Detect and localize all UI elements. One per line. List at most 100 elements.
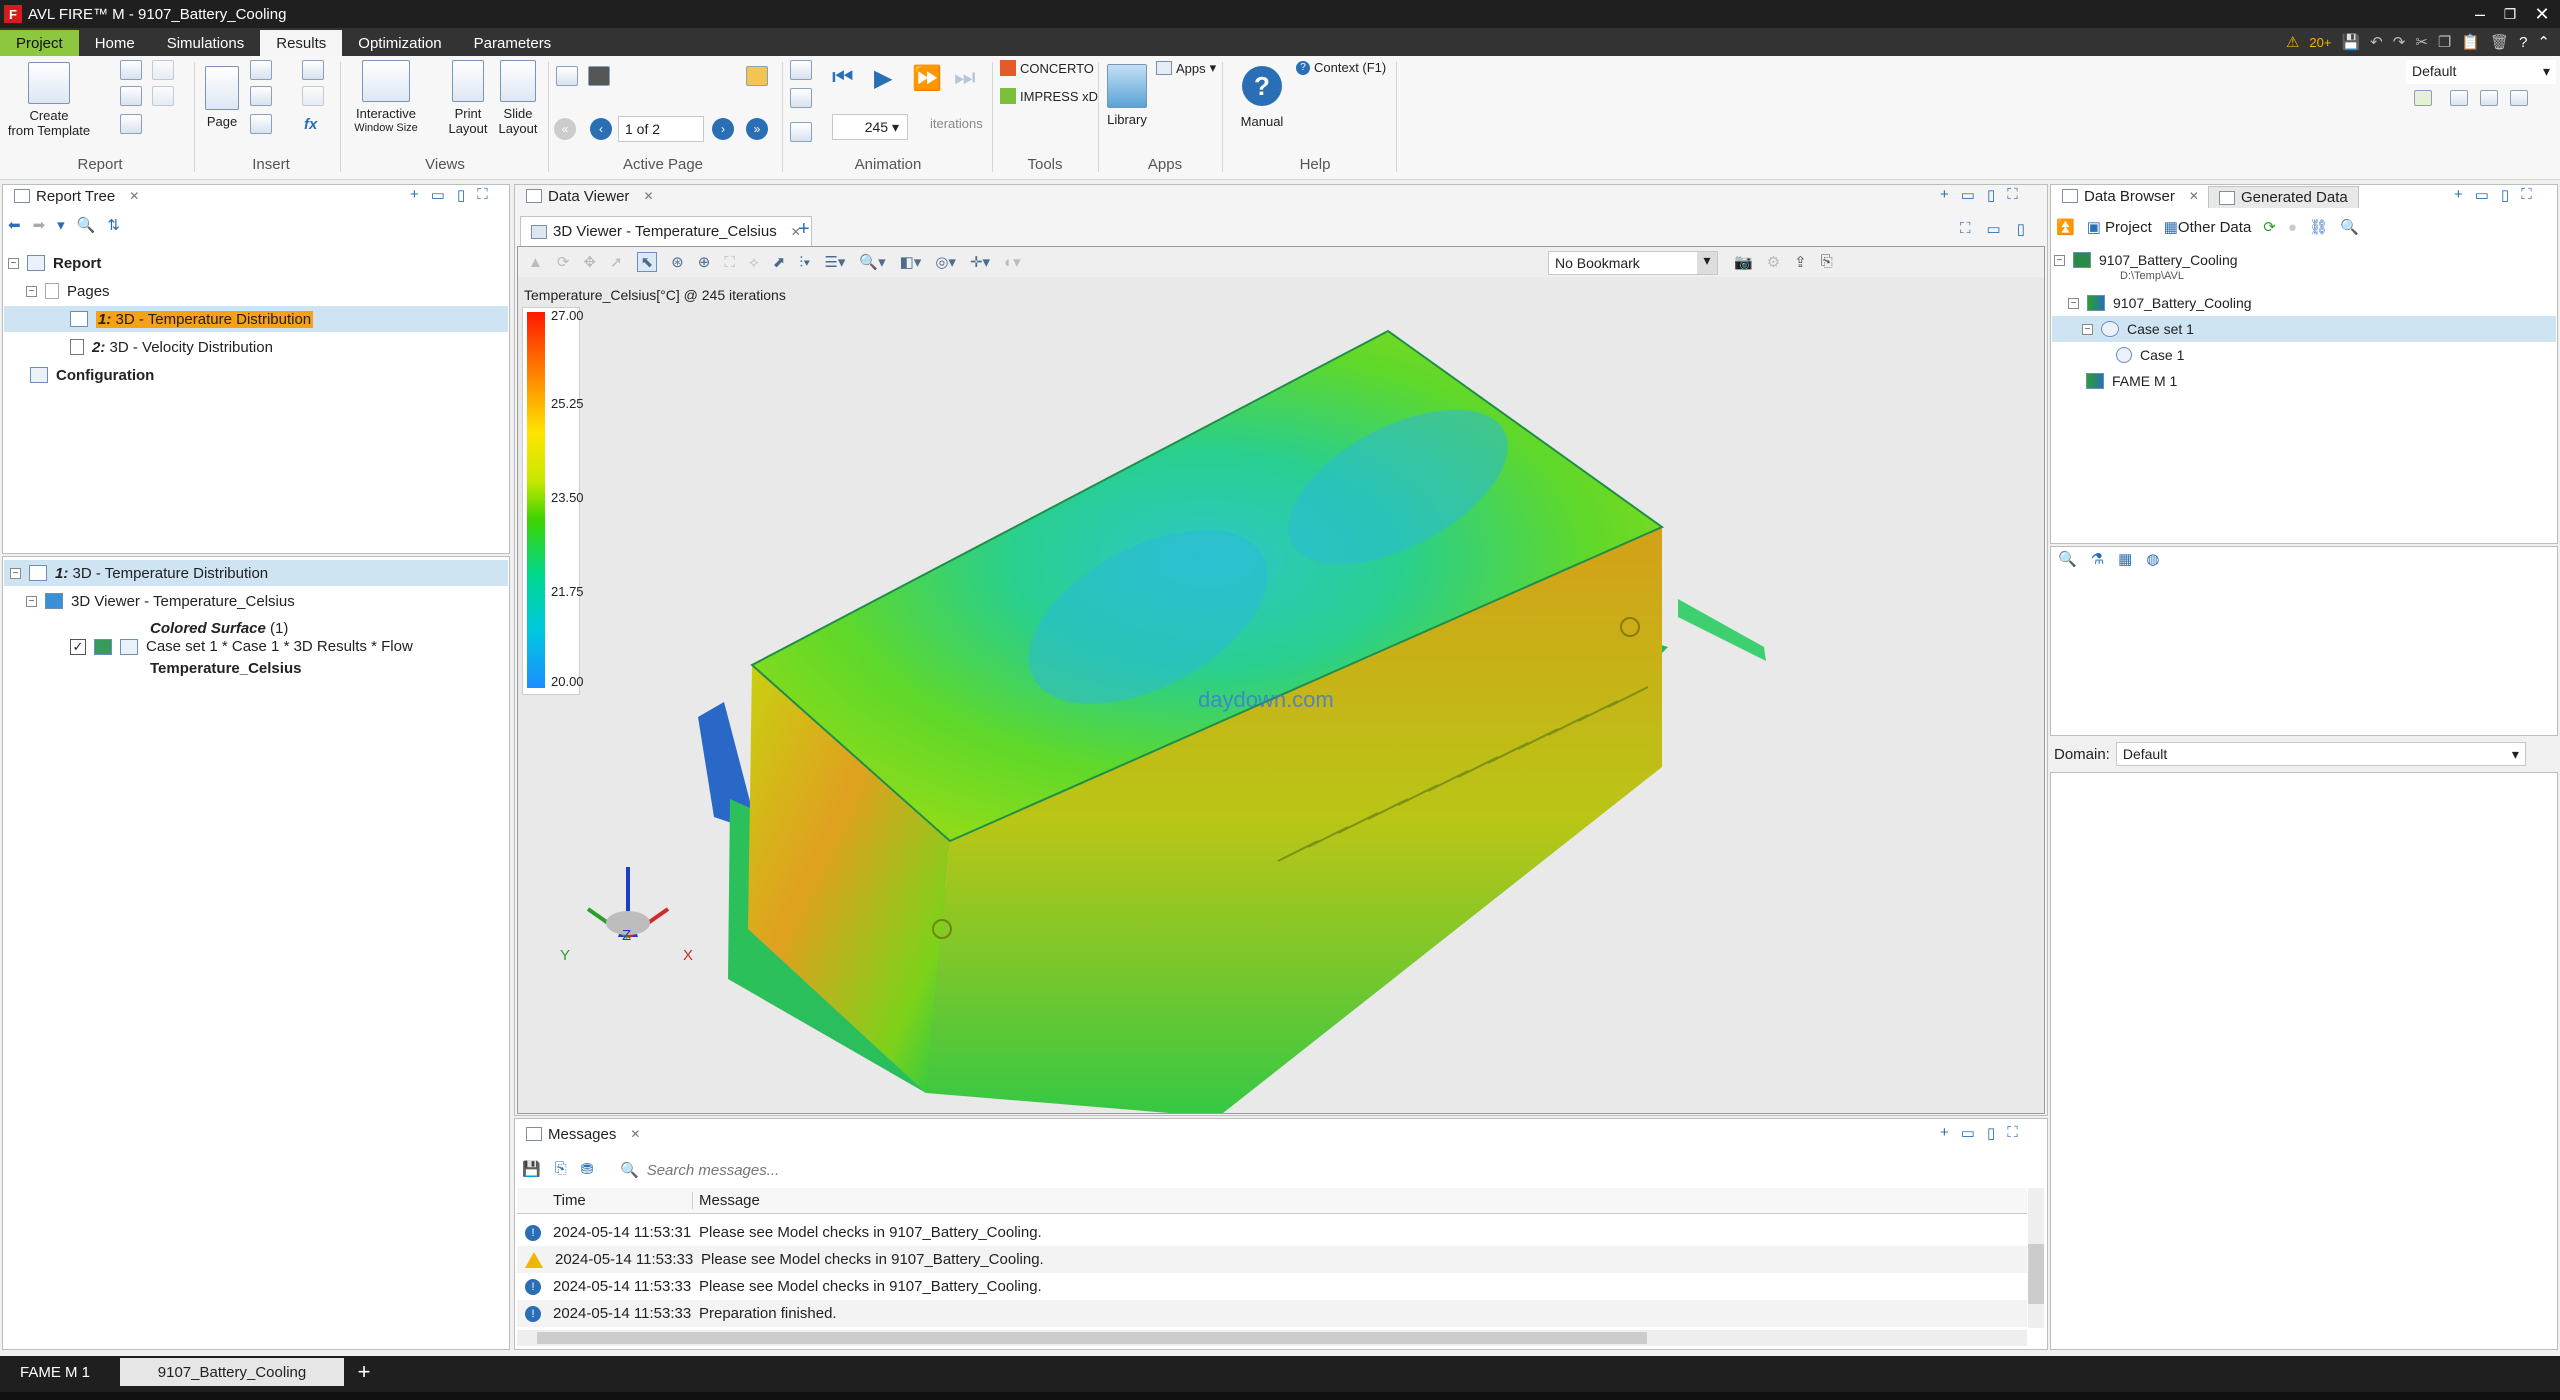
filter-messages-icon[interactable]: ⛃ bbox=[581, 1160, 594, 1178]
copy-messages-icon[interactable]: ⎘ bbox=[555, 1160, 567, 1178]
props-viewer-row[interactable]: − 3D Viewer - Temperature_Celsius bbox=[26, 588, 295, 614]
paste-report-icon[interactable] bbox=[152, 86, 174, 106]
skip-start-icon[interactable]: ⏮ bbox=[832, 64, 854, 92]
layout-select[interactable]: Default ▾ bbox=[2406, 60, 2556, 84]
layout-add-icon[interactable] bbox=[2414, 90, 2432, 106]
globe-icon[interactable]: ◍ bbox=[2146, 550, 2159, 568]
delete-icon[interactable]: 🗑 bbox=[2490, 33, 2509, 51]
search-icon[interactable]: 🔍 bbox=[77, 216, 96, 234]
tab-simulations[interactable]: Simulations bbox=[151, 30, 261, 56]
layout-save-icon[interactable] bbox=[2450, 90, 2468, 106]
messages-hscrollbar[interactable] bbox=[517, 1330, 2027, 1346]
add-tab-button[interactable]: + bbox=[350, 1358, 378, 1386]
tab-optimization[interactable]: Optimization bbox=[342, 30, 457, 56]
collapse-icon[interactable]: − bbox=[10, 567, 21, 579]
prev-page-icon[interactable]: ‹ bbox=[590, 118, 612, 140]
split-h-icon[interactable]: ▭ bbox=[1961, 1124, 1975, 1142]
search-icon[interactable]: 🔍 bbox=[2058, 550, 2077, 568]
3d-viewport[interactable]: ▲ ⟳ ✥ ➚ ⬉ ⊛ ⊕ ⛶ ⟡ ⬈ ⫶▾ ☰▾ 🔍▾ ◧▾ ◎▾ ✛▾ ◐▾… bbox=[517, 246, 2045, 1114]
close-icon[interactable]: ✕ bbox=[643, 189, 653, 203]
close-icon[interactable]: ✕ bbox=[630, 1127, 640, 1141]
table-icon[interactable]: ▦ bbox=[2118, 550, 2132, 568]
first-page-icon[interactable]: « bbox=[554, 118, 576, 140]
insert-grid-icon[interactable] bbox=[302, 60, 324, 80]
tab-3d-viewer[interactable]: 3D Viewer - Temperature_Celsius ✕ bbox=[520, 216, 812, 246]
minimize-button[interactable]: – bbox=[2466, 0, 2494, 28]
warning-icon[interactable]: ⚠ bbox=[2286, 33, 2299, 51]
add-view-icon[interactable]: + bbox=[1940, 186, 1949, 204]
tree-item-report[interactable]: − Report bbox=[8, 250, 101, 276]
maximize-panel-icon[interactable]: ⛶ bbox=[2007, 186, 2018, 204]
collapse-icon[interactable]: − bbox=[2068, 297, 2079, 309]
play-icon[interactable]: ▶ bbox=[874, 64, 892, 93]
collapse-ribbon-icon[interactable]: ⌃ bbox=[2537, 33, 2550, 51]
copy-icon[interactable]: ❐ bbox=[2438, 33, 2451, 51]
add-view-icon[interactable]: + bbox=[410, 186, 419, 204]
loop-icon[interactable] bbox=[790, 60, 812, 80]
sort-icon[interactable]: ⇅ bbox=[107, 216, 120, 234]
collapse-all-icon[interactable]: ⏫ bbox=[2056, 218, 2075, 236]
context-help-button[interactable]: ? Context (F1) bbox=[1296, 60, 1386, 75]
formula-icon[interactable]: fx bbox=[304, 116, 317, 133]
tab-battery-cooling[interactable]: 9107_Battery_Cooling bbox=[120, 1358, 344, 1386]
message-row[interactable]: ! 2024-05-14 11:53:31 Please see Model che… bbox=[517, 1219, 2027, 1246]
close-button[interactable]: ✕ bbox=[2528, 0, 2556, 28]
tree-item-page-1[interactable]: 1: 3D - Temperature Distribution bbox=[4, 306, 508, 332]
message-row[interactable]: ! 2024-05-14 11:53:33 Please see Model che… bbox=[517, 1273, 2027, 1300]
apps-menu-button[interactable]: Apps ▾ bbox=[1156, 60, 1216, 76]
forward-icon[interactable]: ➡ bbox=[33, 216, 46, 234]
maximize-panel-icon[interactable]: ⛶ bbox=[2007, 1124, 2018, 1142]
other-data-button[interactable]: ▦Other Data bbox=[2164, 218, 2252, 236]
fast-forward-icon[interactable]: ⏩ bbox=[912, 64, 942, 93]
split-h-icon[interactable]: ▭ bbox=[2475, 186, 2489, 204]
save-messages-icon[interactable]: 💾 bbox=[522, 1160, 541, 1178]
library-button[interactable]: Library bbox=[1102, 64, 1152, 127]
link-icon[interactable]: ⛓ bbox=[2309, 218, 2328, 236]
new-report-icon[interactable] bbox=[120, 60, 142, 80]
copy-report-icon[interactable] bbox=[152, 60, 174, 80]
search-input[interactable] bbox=[646, 1161, 1047, 1179]
search-messages[interactable]: 🔍 bbox=[620, 1158, 2020, 1182]
visibility-checkbox[interactable]: ✓ bbox=[70, 638, 86, 655]
collapse-icon[interactable]: − bbox=[26, 595, 37, 607]
back-icon[interactable]: ⬅ bbox=[8, 216, 21, 234]
help-icon[interactable]: ? bbox=[2519, 34, 2527, 51]
tab-data-viewer[interactable]: Data Viewer ✕ bbox=[516, 184, 664, 208]
battery-model[interactable] bbox=[518, 247, 2044, 1113]
close-icon[interactable]: ✕ bbox=[2189, 189, 2199, 203]
tab-data-browser[interactable]: Data Browser ✕ bbox=[2052, 184, 2209, 208]
split-v-icon[interactable]: ▯ bbox=[1987, 1124, 1995, 1142]
lock-icon[interactable] bbox=[588, 66, 610, 86]
maximize-button[interactable]: ❐ bbox=[2496, 0, 2524, 28]
slide-layout-button[interactable]: Slide Layout bbox=[496, 60, 540, 136]
browser-caseset[interactable]: − Case set 1 bbox=[2052, 316, 2556, 342]
insert-line-icon[interactable] bbox=[302, 86, 324, 106]
tab-generated-data[interactable]: Generated Data bbox=[2208, 186, 2359, 208]
skip-end-icon[interactable]: ⏭ bbox=[954, 64, 976, 92]
next-page-icon[interactable]: › bbox=[712, 118, 734, 140]
tab-results[interactable]: Results bbox=[260, 30, 343, 56]
fit-view-icon[interactable]: ⛶ bbox=[1960, 220, 1971, 238]
fit-icon[interactable] bbox=[790, 122, 812, 142]
tree-item-page-2[interactable]: 2: 3D - Velocity Distribution bbox=[70, 334, 273, 360]
tab-report-tree[interactable]: Report Tree ✕ bbox=[4, 184, 149, 208]
create-from-template-button[interactable]: Create from Template bbox=[6, 62, 92, 138]
split-v-icon[interactable]: ▯ bbox=[2017, 220, 2025, 238]
col-message[interactable]: Message bbox=[693, 1192, 760, 1209]
collapse-icon[interactable]: − bbox=[2082, 323, 2093, 335]
search-icon[interactable]: 🔍 bbox=[2340, 218, 2359, 236]
tab-parameters[interactable]: Parameters bbox=[458, 30, 568, 56]
browser-root[interactable]: − 9107_Battery_Cooling bbox=[2054, 250, 2238, 270]
maximize-panel-icon[interactable]: ⛶ bbox=[477, 186, 488, 204]
insert-image-icon[interactable] bbox=[250, 114, 272, 134]
layout-delete-icon[interactable] bbox=[2510, 90, 2528, 106]
tab-home[interactable]: Home bbox=[79, 30, 151, 56]
impress-button[interactable]: IMPRESS xD bbox=[1000, 88, 1098, 104]
add-view-icon[interactable]: + bbox=[1940, 1124, 1949, 1142]
split-v-icon[interactable]: ▯ bbox=[1987, 186, 1995, 204]
col-time[interactable]: Time bbox=[553, 1192, 693, 1209]
tab-project[interactable]: Project bbox=[0, 30, 79, 56]
collapse-icon[interactable]: − bbox=[8, 257, 19, 269]
messages-scrollbar[interactable] bbox=[2028, 1188, 2044, 1328]
open-report-icon[interactable] bbox=[120, 86, 142, 106]
